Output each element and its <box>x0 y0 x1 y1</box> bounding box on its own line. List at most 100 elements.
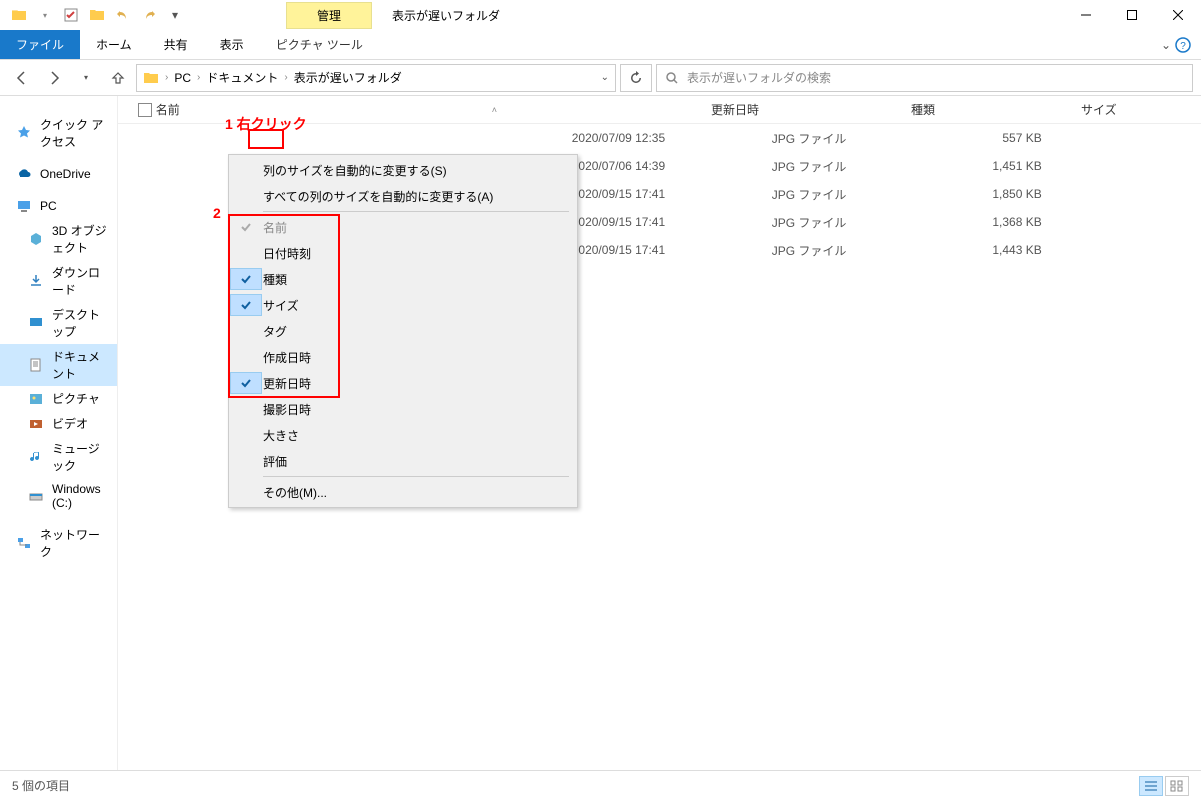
check-icon <box>230 294 262 316</box>
tab-file[interactable]: ファイル <box>0 30 80 59</box>
sidebar-label: Windows (C:) <box>52 482 109 510</box>
qat-more-icon[interactable]: ▾ <box>164 4 186 26</box>
sidebar-item-documents[interactable]: ドキュメント <box>0 344 117 386</box>
sidebar-item-videos[interactable]: ビデオ <box>0 411 117 436</box>
maximize-button[interactable] <box>1109 0 1155 30</box>
navbar: ▾ › PC › ドキュメント › 表示が遅いフォルダ ⌄ 表示が遅いフォルダの… <box>0 60 1201 96</box>
breadcrumb-folder[interactable]: 表示が遅いフォルダ <box>294 69 402 86</box>
sidebar-item-quick-access[interactable]: クイック アクセス <box>0 112 117 154</box>
up-button[interactable] <box>104 64 132 92</box>
breadcrumb-pc[interactable]: PC <box>174 71 191 85</box>
sidebar-label: PC <box>40 199 57 213</box>
menu-fit-column[interactable]: 列のサイズを自動的に変更する(S) <box>229 157 577 183</box>
recent-dropdown[interactable]: ▾ <box>72 64 100 92</box>
sidebar-label: OneDrive <box>40 167 91 181</box>
video-icon <box>28 416 44 432</box>
address-dropdown-icon[interactable]: ⌄ <box>601 72 609 83</box>
network-icon <box>16 535 32 551</box>
tab-share[interactable]: 共有 <box>148 30 204 59</box>
sidebar-item-music[interactable]: ミュージック <box>0 436 117 478</box>
quick-access-toolbar: ▾ ▾ <box>0 4 186 26</box>
menu-size[interactable]: サイズ <box>229 292 577 318</box>
help-icon[interactable]: ? <box>1175 37 1191 53</box>
search-box[interactable]: 表示が遅いフォルダの検索 <box>656 64 1193 92</box>
menu-datetime[interactable]: 日付時刻 <box>229 240 577 266</box>
menu-created[interactable]: 作成日時 <box>229 344 577 370</box>
folder-icon <box>8 4 30 26</box>
manage-tab[interactable]: 管理 <box>286 2 372 29</box>
menu-other[interactable]: その他(M)... <box>229 479 577 505</box>
menu-separator <box>263 211 569 212</box>
chevron-right-icon[interactable]: › <box>284 72 287 83</box>
sidebar-item-downloads[interactable]: ダウンロード <box>0 260 117 302</box>
select-all-checkbox[interactable] <box>138 103 152 117</box>
column-type[interactable]: 種類 <box>911 101 1081 118</box>
menu-type[interactable]: 種類 <box>229 266 577 292</box>
sidebar-item-network[interactable]: ネットワーク <box>0 522 117 564</box>
view-icons-button[interactable] <box>1165 776 1189 796</box>
chevron-right-icon[interactable]: › <box>165 72 168 83</box>
sidebar-label: ミュージック <box>52 440 109 474</box>
view-details-button[interactable] <box>1139 776 1163 796</box>
menu-rating[interactable]: 評価 <box>229 448 577 474</box>
minimize-button[interactable] <box>1063 0 1109 30</box>
status-item-count: 5 個の項目 <box>12 777 70 794</box>
sidebar-label: ピクチャ <box>52 390 100 407</box>
breadcrumb-documents[interactable]: ドキュメント <box>206 69 278 86</box>
tab-picture-tools[interactable]: ピクチャ ツール <box>260 30 379 59</box>
forward-button[interactable] <box>40 64 68 92</box>
svg-text:?: ? <box>1180 41 1186 52</box>
statusbar: 5 個の項目 <box>0 770 1201 800</box>
check-icon <box>230 372 262 394</box>
sort-icon: ˄ <box>492 105 497 115</box>
annotation-2: 2 <box>213 205 221 221</box>
menu-name[interactable]: 名前 <box>229 214 577 240</box>
sidebar-item-cdrive[interactable]: Windows (C:) <box>0 478 117 514</box>
column-date[interactable]: 更新日時 <box>711 101 911 118</box>
sidebar-item-pc[interactable]: PC <box>0 194 117 218</box>
sidebar-item-pictures[interactable]: ピクチャ <box>0 386 117 411</box>
ribbon-tabs: ファイル ホーム 共有 表示 ピクチャ ツール ⌄ ? <box>0 30 1201 60</box>
document-icon <box>28 357 44 373</box>
sidebar-item-3d-objects[interactable]: 3D オブジェクト <box>0 218 117 260</box>
sidebar-label: ビデオ <box>52 415 88 432</box>
cube-icon <box>28 231 44 247</box>
download-icon <box>28 273 44 289</box>
folder-icon <box>143 70 159 86</box>
chevron-right-icon[interactable]: › <box>197 72 200 83</box>
menu-dimensions[interactable]: 大きさ <box>229 422 577 448</box>
back-button[interactable] <box>8 64 36 92</box>
window-title: 表示が遅いフォルダ <box>392 7 500 24</box>
star-icon <box>16 125 32 141</box>
close-button[interactable] <box>1155 0 1201 30</box>
context-menu: 列のサイズを自動的に変更する(S) すべての列のサイズを自動的に変更する(A) … <box>228 154 578 508</box>
column-size[interactable]: サイズ <box>1081 101 1201 118</box>
menu-modified[interactable]: 更新日時 <box>229 370 577 396</box>
search-placeholder: 表示が遅いフォルダの検索 <box>687 69 831 86</box>
cloud-icon <box>16 166 32 182</box>
sidebar-item-onedrive[interactable]: OneDrive <box>0 162 117 186</box>
titlebar: ▾ ▾ 管理 表示が遅いフォルダ <box>0 0 1201 30</box>
drive-icon <box>28 488 44 504</box>
sidebar-label: ドキュメント <box>52 348 109 382</box>
sidebar-label: デスクトップ <box>52 306 109 340</box>
refresh-button[interactable] <box>620 64 652 92</box>
sidebar-item-desktop[interactable]: デスクトップ <box>0 302 117 344</box>
annotation-1: 1 右クリック <box>225 114 307 134</box>
menu-date-taken[interactable]: 撮影日時 <box>229 396 577 422</box>
down-icon[interactable]: ▾ <box>34 4 56 26</box>
undo-icon[interactable] <box>112 4 134 26</box>
address-bar[interactable]: › PC › ドキュメント › 表示が遅いフォルダ ⌄ <box>136 64 616 92</box>
menu-tag[interactable]: タグ <box>229 318 577 344</box>
menu-fit-all-columns[interactable]: すべての列のサイズを自動的に変更する(A) <box>229 183 577 209</box>
check-icon <box>230 268 262 290</box>
sidebar-label: 3D オブジェクト <box>52 222 109 256</box>
folder-icon[interactable] <box>86 4 108 26</box>
checkbox-icon[interactable] <box>60 4 82 26</box>
sidebar-label: ダウンロード <box>52 264 109 298</box>
pc-icon <box>16 198 32 214</box>
redo-icon[interactable] <box>138 4 160 26</box>
chevron-down-icon[interactable]: ⌄ <box>1161 38 1171 52</box>
tab-home[interactable]: ホーム <box>80 30 148 59</box>
tab-view[interactable]: 表示 <box>204 30 260 59</box>
